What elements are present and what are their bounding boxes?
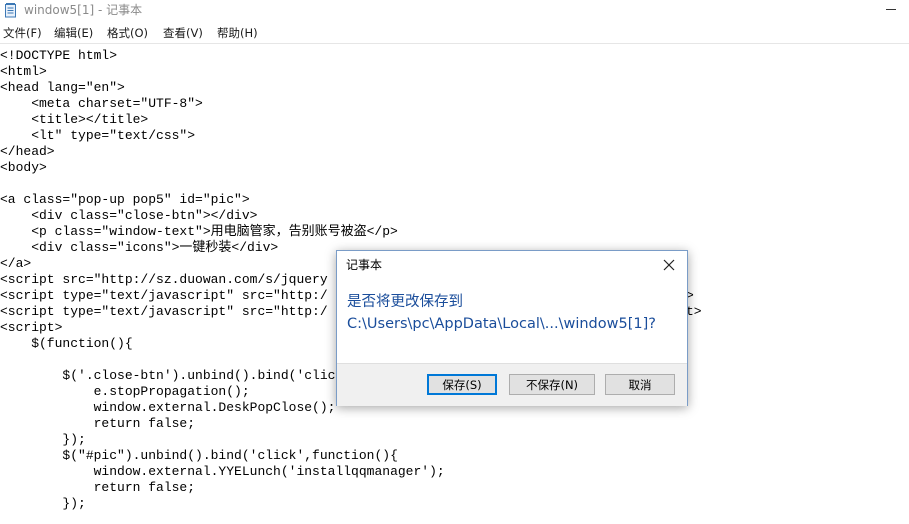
code-line: <div class="icons">一键秒装</div> [0, 240, 279, 255]
code-line: <lt" type="text/css"> [0, 128, 196, 143]
code-line: <title></title> [0, 112, 149, 127]
menu-format[interactable]: 格式(O) [107, 25, 148, 41]
cancel-button-label: 取消 [628, 378, 652, 392]
code-line: <meta charset="UTF-8"> [0, 96, 203, 111]
dialog-message: 是否将更改保存到 C:\Users\pc\AppData\Local\...\w… [347, 291, 656, 335]
code-line: <body> [0, 160, 47, 175]
title-bar: window5[1] - 记事本 [0, 0, 909, 22]
dont-save-button[interactable]: 不保存(N) [509, 374, 595, 395]
dialog-button-bar: 保存(S) 不保存(N) 取消 [337, 363, 687, 406]
menu-view[interactable]: 查看(V) [163, 25, 203, 41]
dialog-message-line2: C:\Users\pc\AppData\Local\...\window5[1]… [347, 316, 656, 332]
code-line: window.external.YYELunch('installqqmanag… [0, 464, 445, 479]
dialog-message-line1: 是否将更改保存到 [347, 294, 463, 310]
menu-help[interactable]: 帮助(H) [217, 25, 258, 41]
code-line: e.stopPropagation(); [0, 384, 250, 399]
menu-file[interactable]: 文件(F) [3, 25, 42, 41]
code-line: return false; [0, 416, 196, 431]
overflow-fragment: t> [686, 304, 702, 319]
save-button[interactable]: 保存(S) [427, 374, 497, 395]
code-line: $(function(){ [0, 336, 133, 351]
menu-edit[interactable]: 编辑(E) [54, 25, 93, 41]
window-title: window5[1] - 记事本 [24, 3, 143, 17]
code-line: <head lang="en"> [0, 80, 125, 95]
code-line: <div class="close-btn"></div> [0, 208, 258, 223]
code-line: <script src="http://sz.duowan.com/s/jque… [0, 272, 328, 287]
code-line: </a> [0, 256, 32, 271]
code-line: <html> [0, 64, 47, 79]
minimize-icon [886, 9, 896, 10]
dont-save-button-label: 不保存(N) [525, 378, 579, 392]
code-line: <script type="text/javascript" src="http… [0, 288, 328, 303]
save-button-label: 保存(S) [442, 378, 482, 392]
close-icon [663, 259, 675, 271]
minimize-button[interactable] [877, 0, 909, 20]
code-line: window.external.DeskPopClose(); [0, 400, 336, 415]
code-line: <a class="pop-up pop5" id="pic"> [0, 192, 250, 207]
code-line: <!DOCTYPE html> [0, 48, 118, 63]
code-line: <script type="text/javascript" src="http… [0, 304, 328, 319]
code-line: $('.close-btn').unbind().bind('clic [0, 368, 336, 383]
dialog-title: 记事本 [346, 258, 383, 272]
save-changes-dialog: 记事本 是否将更改保存到 C:\Users\pc\AppData\Local\.… [336, 250, 688, 406]
code-line: $("#pic").unbind().bind('click',function… [0, 448, 398, 463]
code-line: }); [0, 432, 86, 447]
code-line: }); [0, 496, 86, 511]
code-line: </head> [0, 144, 55, 159]
code-line: <p class="window-text">用电脑管家，告别账号被盗</p> [0, 224, 398, 239]
notepad-icon [4, 3, 18, 18]
notepad-window: window5[1] - 记事本 文件(F) 编辑(E) 格式(O) 查看(V)… [0, 0, 909, 524]
menu-bar: 文件(F) 编辑(E) 格式(O) 查看(V) 帮助(H) [0, 23, 909, 44]
code-line: <script> [0, 320, 63, 335]
code-line: return false; [0, 480, 196, 495]
cancel-button[interactable]: 取消 [605, 374, 675, 395]
dialog-close-button[interactable] [657, 255, 681, 275]
